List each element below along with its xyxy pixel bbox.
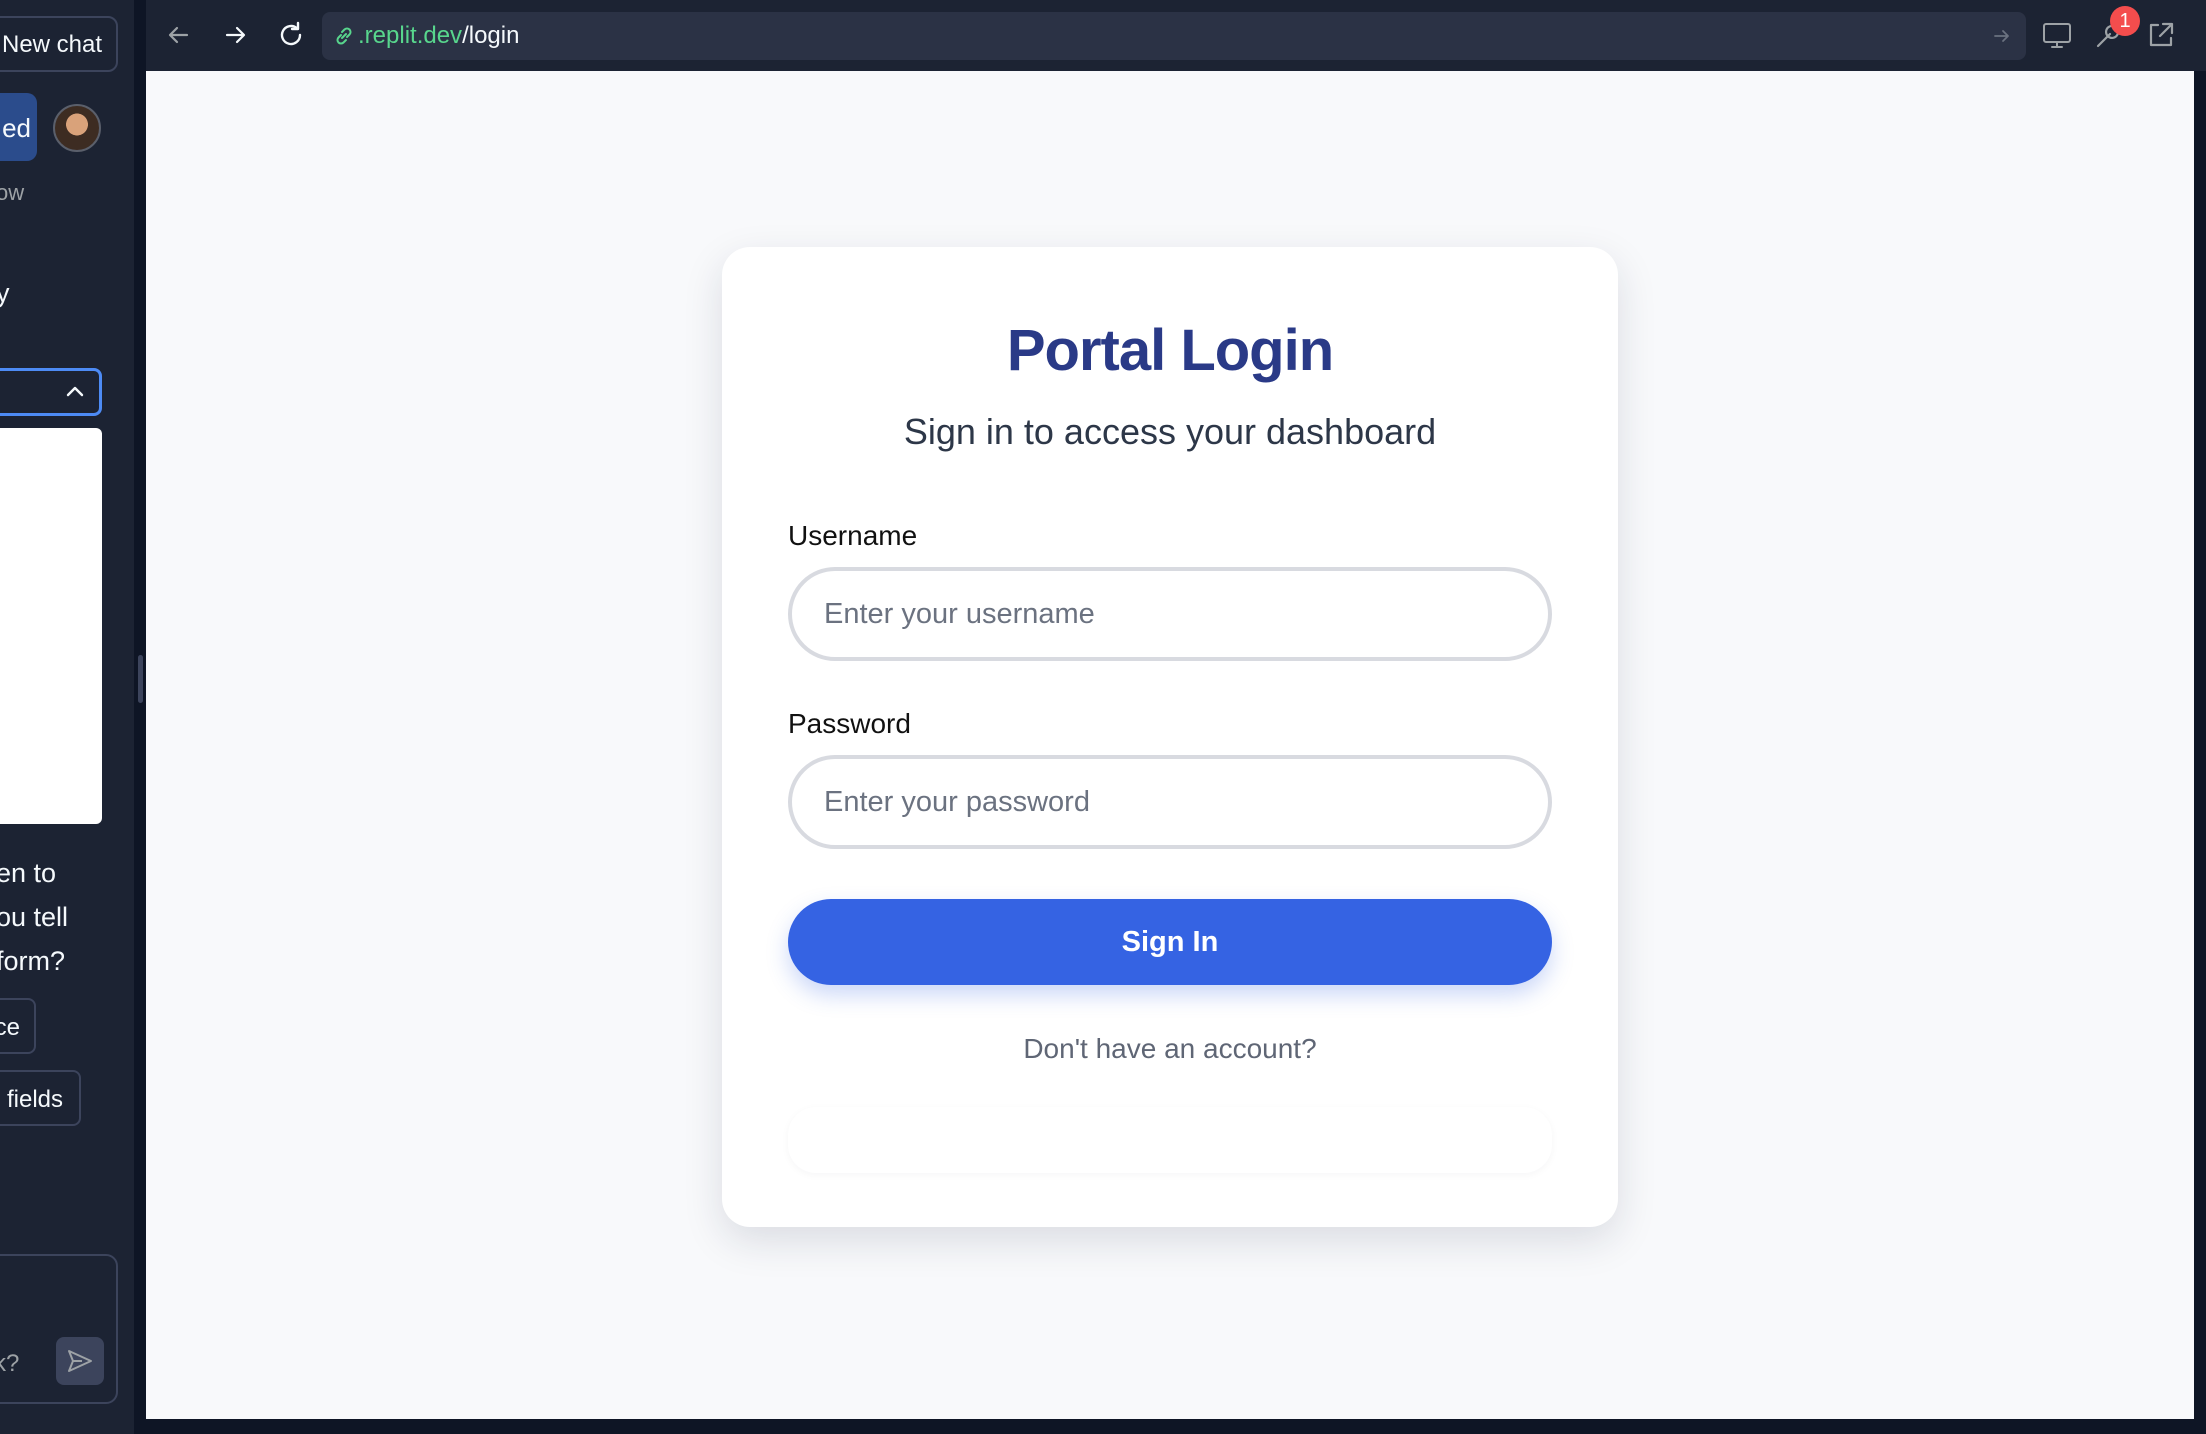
url-bar[interactable]: .replit.dev/login <box>322 12 2026 60</box>
link-icon <box>336 27 352 45</box>
chat-message-line-3: form? <box>0 946 66 976</box>
signup-prompt-link[interactable]: Don't have an account? <box>722 1033 1618 1065</box>
chat-message-line-2: ou tell <box>0 902 69 932</box>
reload-icon[interactable] <box>274 18 308 52</box>
new-chat-button[interactable]: New chat <box>0 16 118 72</box>
back-arrow-icon[interactable] <box>162 18 196 52</box>
password-input[interactable] <box>788 755 1552 849</box>
chat-panel: New chat ed ow y en to ou tell form? ce … <box>0 0 134 1434</box>
suggestion-chip[interactable]: ce <box>0 998 36 1054</box>
chat-input-placeholder: k? <box>0 1350 20 1377</box>
browser-toolbar: .replit.dev/login 1 <box>146 0 2206 71</box>
url-domain: .replit.dev <box>358 22 463 49</box>
dropdown-panel[interactable] <box>0 428 102 824</box>
avatar[interactable] <box>53 104 101 152</box>
chevron-up-icon[interactable] <box>64 380 86 402</box>
username-input[interactable] <box>788 567 1552 661</box>
send-icon <box>68 1350 92 1372</box>
forward-arrow-icon[interactable] <box>218 18 252 52</box>
page-title: Portal Login <box>1006 318 1334 383</box>
suggestion-chip-label: fields <box>6 1086 63 1113</box>
muted-text: ow <box>0 180 25 205</box>
devtools-icon[interactable] <box>2040 18 2074 52</box>
new-chat-label: New chat <box>2 31 103 58</box>
chat-message-line-1: en to <box>0 858 57 888</box>
chat-text-line: y <box>0 278 10 308</box>
active-tab-button[interactable]: ed <box>0 93 37 161</box>
card-footer-box <box>788 1107 1552 1173</box>
suggestion-chip[interactable]: fields <box>0 1070 81 1126</box>
webview: Portal Login Sign in to access your dash… <box>146 71 2194 1419</box>
go-arrow-icon[interactable] <box>1992 26 2012 46</box>
active-tab-label: ed <box>2 113 31 143</box>
url-path: /login <box>462 22 520 49</box>
dropdown-select[interactable] <box>0 368 102 416</box>
notification-badge: 1 <box>2110 6 2140 36</box>
page-subtitle: Sign in to access your dashboard <box>903 411 1437 452</box>
login-card: Portal Login Sign in to access your dash… <box>722 247 1618 1227</box>
sign-in-button[interactable]: Sign In <box>788 899 1552 985</box>
open-external-icon[interactable] <box>2144 18 2178 52</box>
send-button[interactable] <box>56 1337 104 1385</box>
username-label: Username <box>788 520 918 551</box>
password-label: Password <box>788 708 911 739</box>
panel-resize-handle[interactable] <box>138 655 143 703</box>
suggestion-chip-label: ce <box>0 1014 20 1041</box>
url-text: .replit.dev/login <box>358 22 519 50</box>
